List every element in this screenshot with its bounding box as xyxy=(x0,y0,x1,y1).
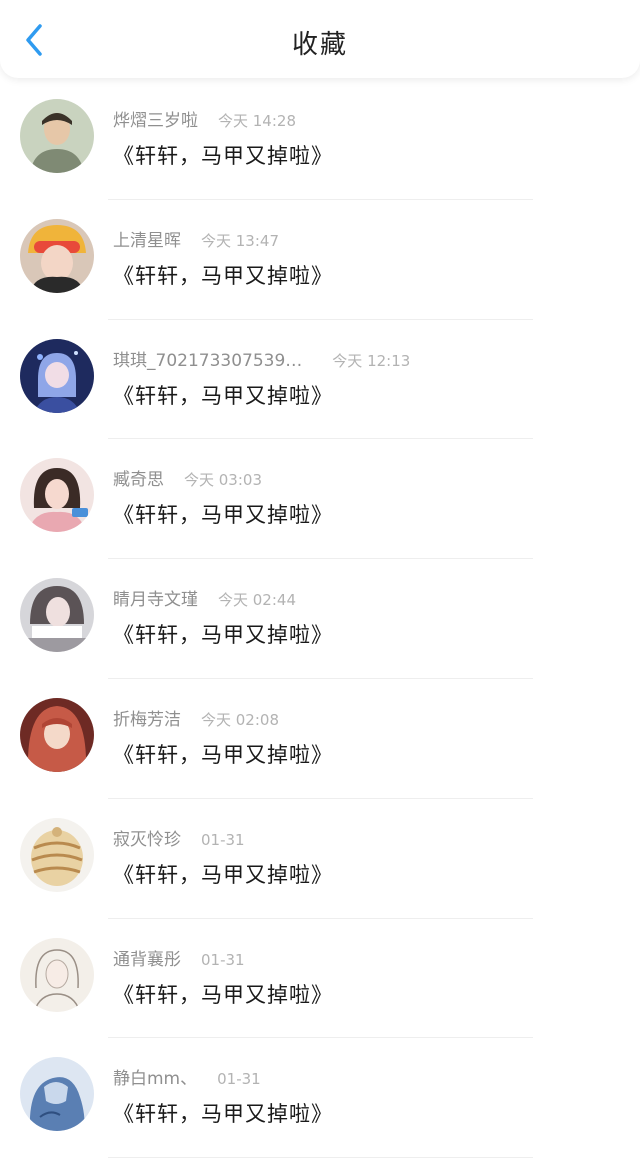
avatar[interactable] xyxy=(20,937,94,1012)
item-meta: 静白mm、 01-31 xyxy=(113,1064,261,1089)
item-title[interactable]: 《轩轩，马甲又掉啦》 xyxy=(113,260,333,290)
timestamp: 今天 12:13 xyxy=(332,351,411,370)
avatar[interactable] xyxy=(20,338,94,413)
list-item[interactable]: 琪琪_702173307539… 今天 12:13 《轩轩，马甲又掉啦》 xyxy=(0,320,640,440)
timestamp: 01-31 xyxy=(217,1070,261,1089)
item-title[interactable]: 《轩轩，马甲又掉啦》 xyxy=(113,859,333,889)
divider xyxy=(108,1157,533,1159)
favorites-list: 烨熠三岁啦 今天 14:28 《轩轩，马甲又掉啦》 上清星晖 今天 13:47 《轩… xyxy=(0,80,640,1159)
timestamp: 今天 14:28 xyxy=(218,112,296,130)
item-title[interactable]: 《轩轩，马甲又掉啦》 xyxy=(113,499,333,529)
item-meta: 寂灭怜珍 01-31 xyxy=(113,825,245,850)
timestamp: 今天 02:08 xyxy=(201,710,279,729)
item-meta: 通背襄彤 01-31 xyxy=(113,945,245,970)
avatar[interactable] xyxy=(20,458,94,533)
page-title: 收藏 xyxy=(291,30,348,60)
timestamp: 今天 02:44 xyxy=(218,591,296,610)
item-title[interactable]: 《轩轩，马甲又掉啦》 xyxy=(113,979,333,1009)
item-title[interactable]: 《轩轩，马甲又掉啦》 xyxy=(113,739,333,769)
timestamp: 今天 13:47 xyxy=(201,231,279,250)
item-title[interactable]: 《轩轩，马甲又掉啦》 xyxy=(113,619,333,649)
list-item[interactable]: 折梅芳洁 今天 02:08 《轩轩，马甲又掉啦》 xyxy=(0,679,640,799)
list-item[interactable]: 静白mm、 01-31 《轩轩，马甲又掉啦》 xyxy=(0,1038,640,1159)
list-item[interactable]: 臧奇思 今天 03:03 《轩轩，马甲又掉啦》 xyxy=(0,439,640,560)
top-bar: 收藏 xyxy=(0,0,640,78)
avatar[interactable] xyxy=(20,1057,94,1132)
item-title[interactable]: 《轩轩，马甲又掉啦》 xyxy=(113,380,333,410)
avatar[interactable] xyxy=(20,697,94,772)
list-item[interactable]: 通背襄彤 01-31 《轩轩，马甲又掉啦》 xyxy=(0,919,640,1039)
avatar[interactable] xyxy=(20,218,94,293)
avatar[interactable] xyxy=(20,578,94,653)
item-meta: 琪琪_702173307539… 今天 12:13 xyxy=(113,346,410,371)
timestamp: 01-31 xyxy=(201,950,245,969)
author-name[interactable]: 寂灭怜珍 xyxy=(113,830,181,850)
list-item[interactable]: 烨熠三岁啦 今天 14:28 《轩轩，马甲又掉啦》 xyxy=(0,80,640,200)
author-name[interactable]: 通背襄彤 xyxy=(113,950,181,970)
list-item[interactable]: 睛月寺文瑾 今天 02:44 《轩轩，马甲又掉啦》 xyxy=(0,559,640,679)
author-name[interactable]: 折梅芳洁 xyxy=(113,710,181,730)
author-name[interactable]: 烨熠三岁啦 xyxy=(113,111,198,131)
list-item[interactable]: 上清星晖 今天 13:47 《轩轩，马甲又掉啦》 xyxy=(0,200,640,320)
item-meta: 臧奇思 今天 03:03 xyxy=(113,465,262,490)
author-name[interactable]: 上清星晖 xyxy=(113,231,181,251)
item-title[interactable]: 《轩轩，马甲又掉啦》 xyxy=(113,1098,333,1128)
author-name[interactable]: 琪琪_702173307539… xyxy=(113,351,302,371)
author-name[interactable]: 睛月寺文瑾 xyxy=(113,590,198,610)
avatar[interactable] xyxy=(20,99,94,173)
item-title[interactable]: 《轩轩，马甲又掉啦》 xyxy=(113,140,333,170)
item-meta: 折梅芳洁 今天 02:08 xyxy=(113,705,279,730)
avatar[interactable] xyxy=(20,817,94,892)
timestamp: 今天 03:03 xyxy=(184,471,262,490)
item-meta: 睛月寺文瑾 今天 02:44 xyxy=(113,585,296,610)
timestamp: 01-31 xyxy=(201,830,245,849)
author-name[interactable]: 静白mm、 xyxy=(113,1069,197,1089)
author-name[interactable]: 臧奇思 xyxy=(113,470,164,490)
item-meta: 上清星晖 今天 13:47 xyxy=(113,226,279,251)
list-item[interactable]: 寂灭怜珍 01-31 《轩轩，马甲又掉啦》 xyxy=(0,799,640,919)
item-meta: 烨熠三岁啦 今天 14:28 xyxy=(113,106,296,131)
